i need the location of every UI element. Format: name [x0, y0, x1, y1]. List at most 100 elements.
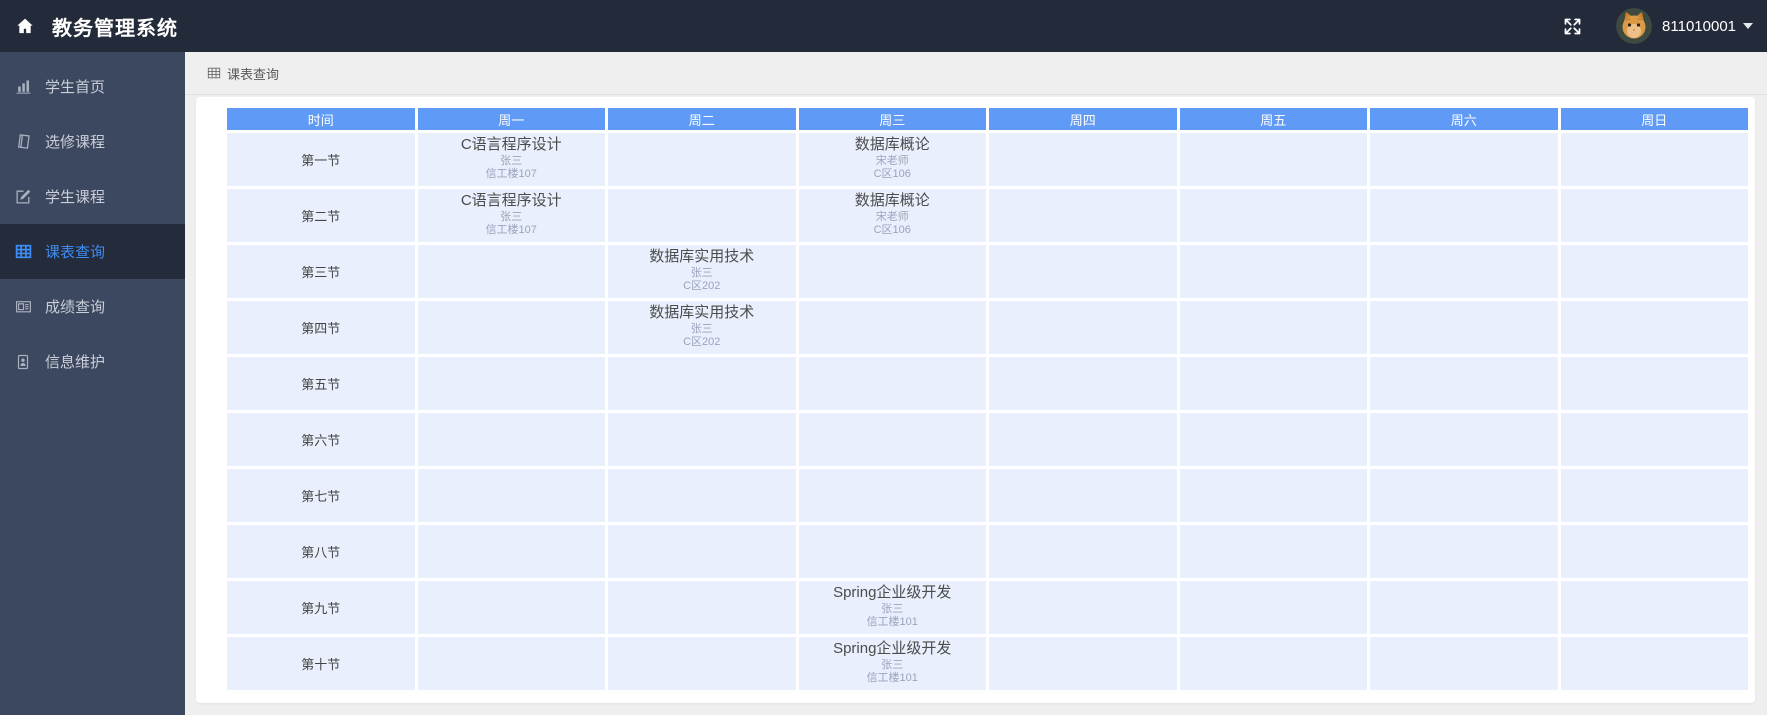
column-header: 时间	[227, 108, 415, 130]
room-name: 信工楼101	[866, 616, 918, 629]
timetable-cell	[1370, 469, 1558, 522]
timetable-cell	[989, 189, 1177, 242]
course-name: 数据库实用技术	[649, 248, 755, 265]
timetable-cell	[798, 413, 986, 466]
timetable-cell	[798, 469, 986, 522]
room-name: 信工楼101	[866, 672, 918, 685]
book-icon	[14, 133, 32, 151]
timetable-cell	[608, 469, 796, 522]
user-id[interactable]: 811010001	[1662, 18, 1736, 35]
navbar-right: 811010001	[1561, 8, 1753, 44]
timetable-cell	[417, 581, 605, 634]
timetable: 时间 周一 周二 周三 周四 周五 周六 周日 第一节 C语言程序设计 张三 信工楼107 数据库概论宋…	[224, 105, 1751, 693]
course-name: Spring企业级开发	[833, 640, 952, 657]
teacher-name: 宋老师	[875, 210, 909, 223]
timetable-cell	[798, 301, 986, 354]
column-header: 周日	[1560, 108, 1748, 130]
column-header: 周三	[798, 108, 986, 130]
course-name: C语言程序设计	[460, 136, 562, 153]
room-name: 信工楼107	[485, 224, 537, 237]
course-name: C语言程序设计	[460, 192, 562, 209]
timetable-cell	[608, 413, 796, 466]
news-icon	[14, 298, 32, 316]
timetable-cell: 数据库实用技术 张三 C区202	[608, 301, 796, 354]
timetable-cell	[1560, 581, 1748, 634]
sidebar-item-5[interactable]: 成绩查询	[0, 279, 185, 334]
timetable-cell	[1560, 637, 1748, 690]
timetable-cell	[989, 637, 1177, 690]
avatar[interactable]	[1616, 8, 1653, 44]
sidebar-item-label: 选修课程	[45, 134, 106, 151]
sidebar-item-label: 学生课程	[45, 189, 106, 206]
sidebar-item-6[interactable]: 信息维护	[0, 334, 185, 389]
timetable-cell	[798, 357, 986, 410]
timetable-cell: 数据库概论 宋老师 C区106	[798, 133, 986, 186]
timetable-cell	[417, 469, 605, 522]
timetable-cell: 数据库概论 宋老师 C区106	[798, 189, 986, 242]
app-title: 教务管理系统	[52, 17, 178, 40]
timetable-cell	[989, 581, 1177, 634]
timetable-row: 第四节 数据库实用技术 张三 C区202	[227, 301, 1748, 354]
breadcrumb-label: 课表查询	[227, 66, 280, 82]
timetable-cell	[1179, 301, 1367, 354]
teacher-name: 张三	[500, 154, 523, 167]
teacher-name: 张三	[690, 322, 713, 335]
timetable-cell	[1179, 245, 1367, 298]
breadcrumb: 课表查询	[185, 52, 1767, 95]
column-header: 周五	[1179, 108, 1367, 130]
sidebar-item-2[interactable]: 选修课程	[0, 114, 185, 169]
timetable-cell	[1370, 245, 1558, 298]
fullscreen-icon[interactable]	[1561, 15, 1583, 37]
period-label: 第六节	[227, 413, 415, 466]
timetable-cell: C语言程序设计 张三 信工楼107	[417, 189, 605, 242]
timetable-row: 第六节	[227, 413, 1748, 466]
main-area: 课表查询 时间 周一 周二 周三 周四 周五 周六 周日 第一节 C语言程序设计 张三 信工楼107 数…	[185, 52, 1767, 715]
period-label: 第五节	[227, 357, 415, 410]
room-name: C区106	[873, 168, 911, 181]
course-name: 数据库概论	[854, 136, 930, 153]
room-name: C区202	[683, 336, 721, 349]
timetable-cell	[1370, 637, 1558, 690]
timetable-cell	[1179, 469, 1367, 522]
course-name: 数据库实用技术	[649, 304, 755, 321]
timetable-cell	[1370, 413, 1558, 466]
period-label: 第三节	[227, 245, 415, 298]
bar-chart-icon	[14, 78, 32, 96]
sidebar-item-4[interactable]: 课表查询	[0, 224, 185, 279]
column-header: 周四	[989, 108, 1177, 130]
timetable-cell	[417, 525, 605, 578]
timetable-cell	[1179, 413, 1367, 466]
timetable-cell	[608, 133, 796, 186]
timetable-cell	[1179, 581, 1367, 634]
timetable-cell	[989, 301, 1177, 354]
timetable-cell: Spring企业级开发 张三 信工楼101	[798, 637, 986, 690]
timetable-cell	[417, 357, 605, 410]
timetable-cell	[1370, 581, 1558, 634]
period-label: 第八节	[227, 525, 415, 578]
timetable-cell	[1560, 413, 1748, 466]
teacher-name: 张三	[881, 602, 904, 615]
teacher-name: 张三	[690, 266, 713, 279]
timetable-cell	[989, 413, 1177, 466]
timetable-cell	[1179, 189, 1367, 242]
timetable-cell	[989, 525, 1177, 578]
timetable-cell	[989, 469, 1177, 522]
timetable-row: 第五节	[227, 357, 1748, 410]
teacher-name: 张三	[881, 658, 904, 671]
course-name: Spring企业级开发	[833, 584, 952, 601]
column-header: 周二	[608, 108, 796, 130]
teacher-name: 张三	[500, 210, 523, 223]
sidebar-item-label: 成绩查询	[45, 299, 106, 316]
sidebar-item-1[interactable]: 学生首页	[0, 59, 185, 114]
timetable-cell	[608, 357, 796, 410]
timetable-cell	[1560, 525, 1748, 578]
sidebar-item-3[interactable]: 学生课程	[0, 169, 185, 224]
sidebar-item-label: 信息维护	[45, 354, 106, 371]
timetable-row: 第三节 数据库实用技术 张三 C区202	[227, 245, 1748, 298]
top-navbar: 教务管理系统 811010001	[0, 0, 1767, 52]
home-icon[interactable]	[14, 15, 36, 37]
chevron-down-icon[interactable]	[1743, 23, 1753, 29]
period-label: 第十节	[227, 637, 415, 690]
period-label: 第九节	[227, 581, 415, 634]
period-label: 第四节	[227, 301, 415, 354]
